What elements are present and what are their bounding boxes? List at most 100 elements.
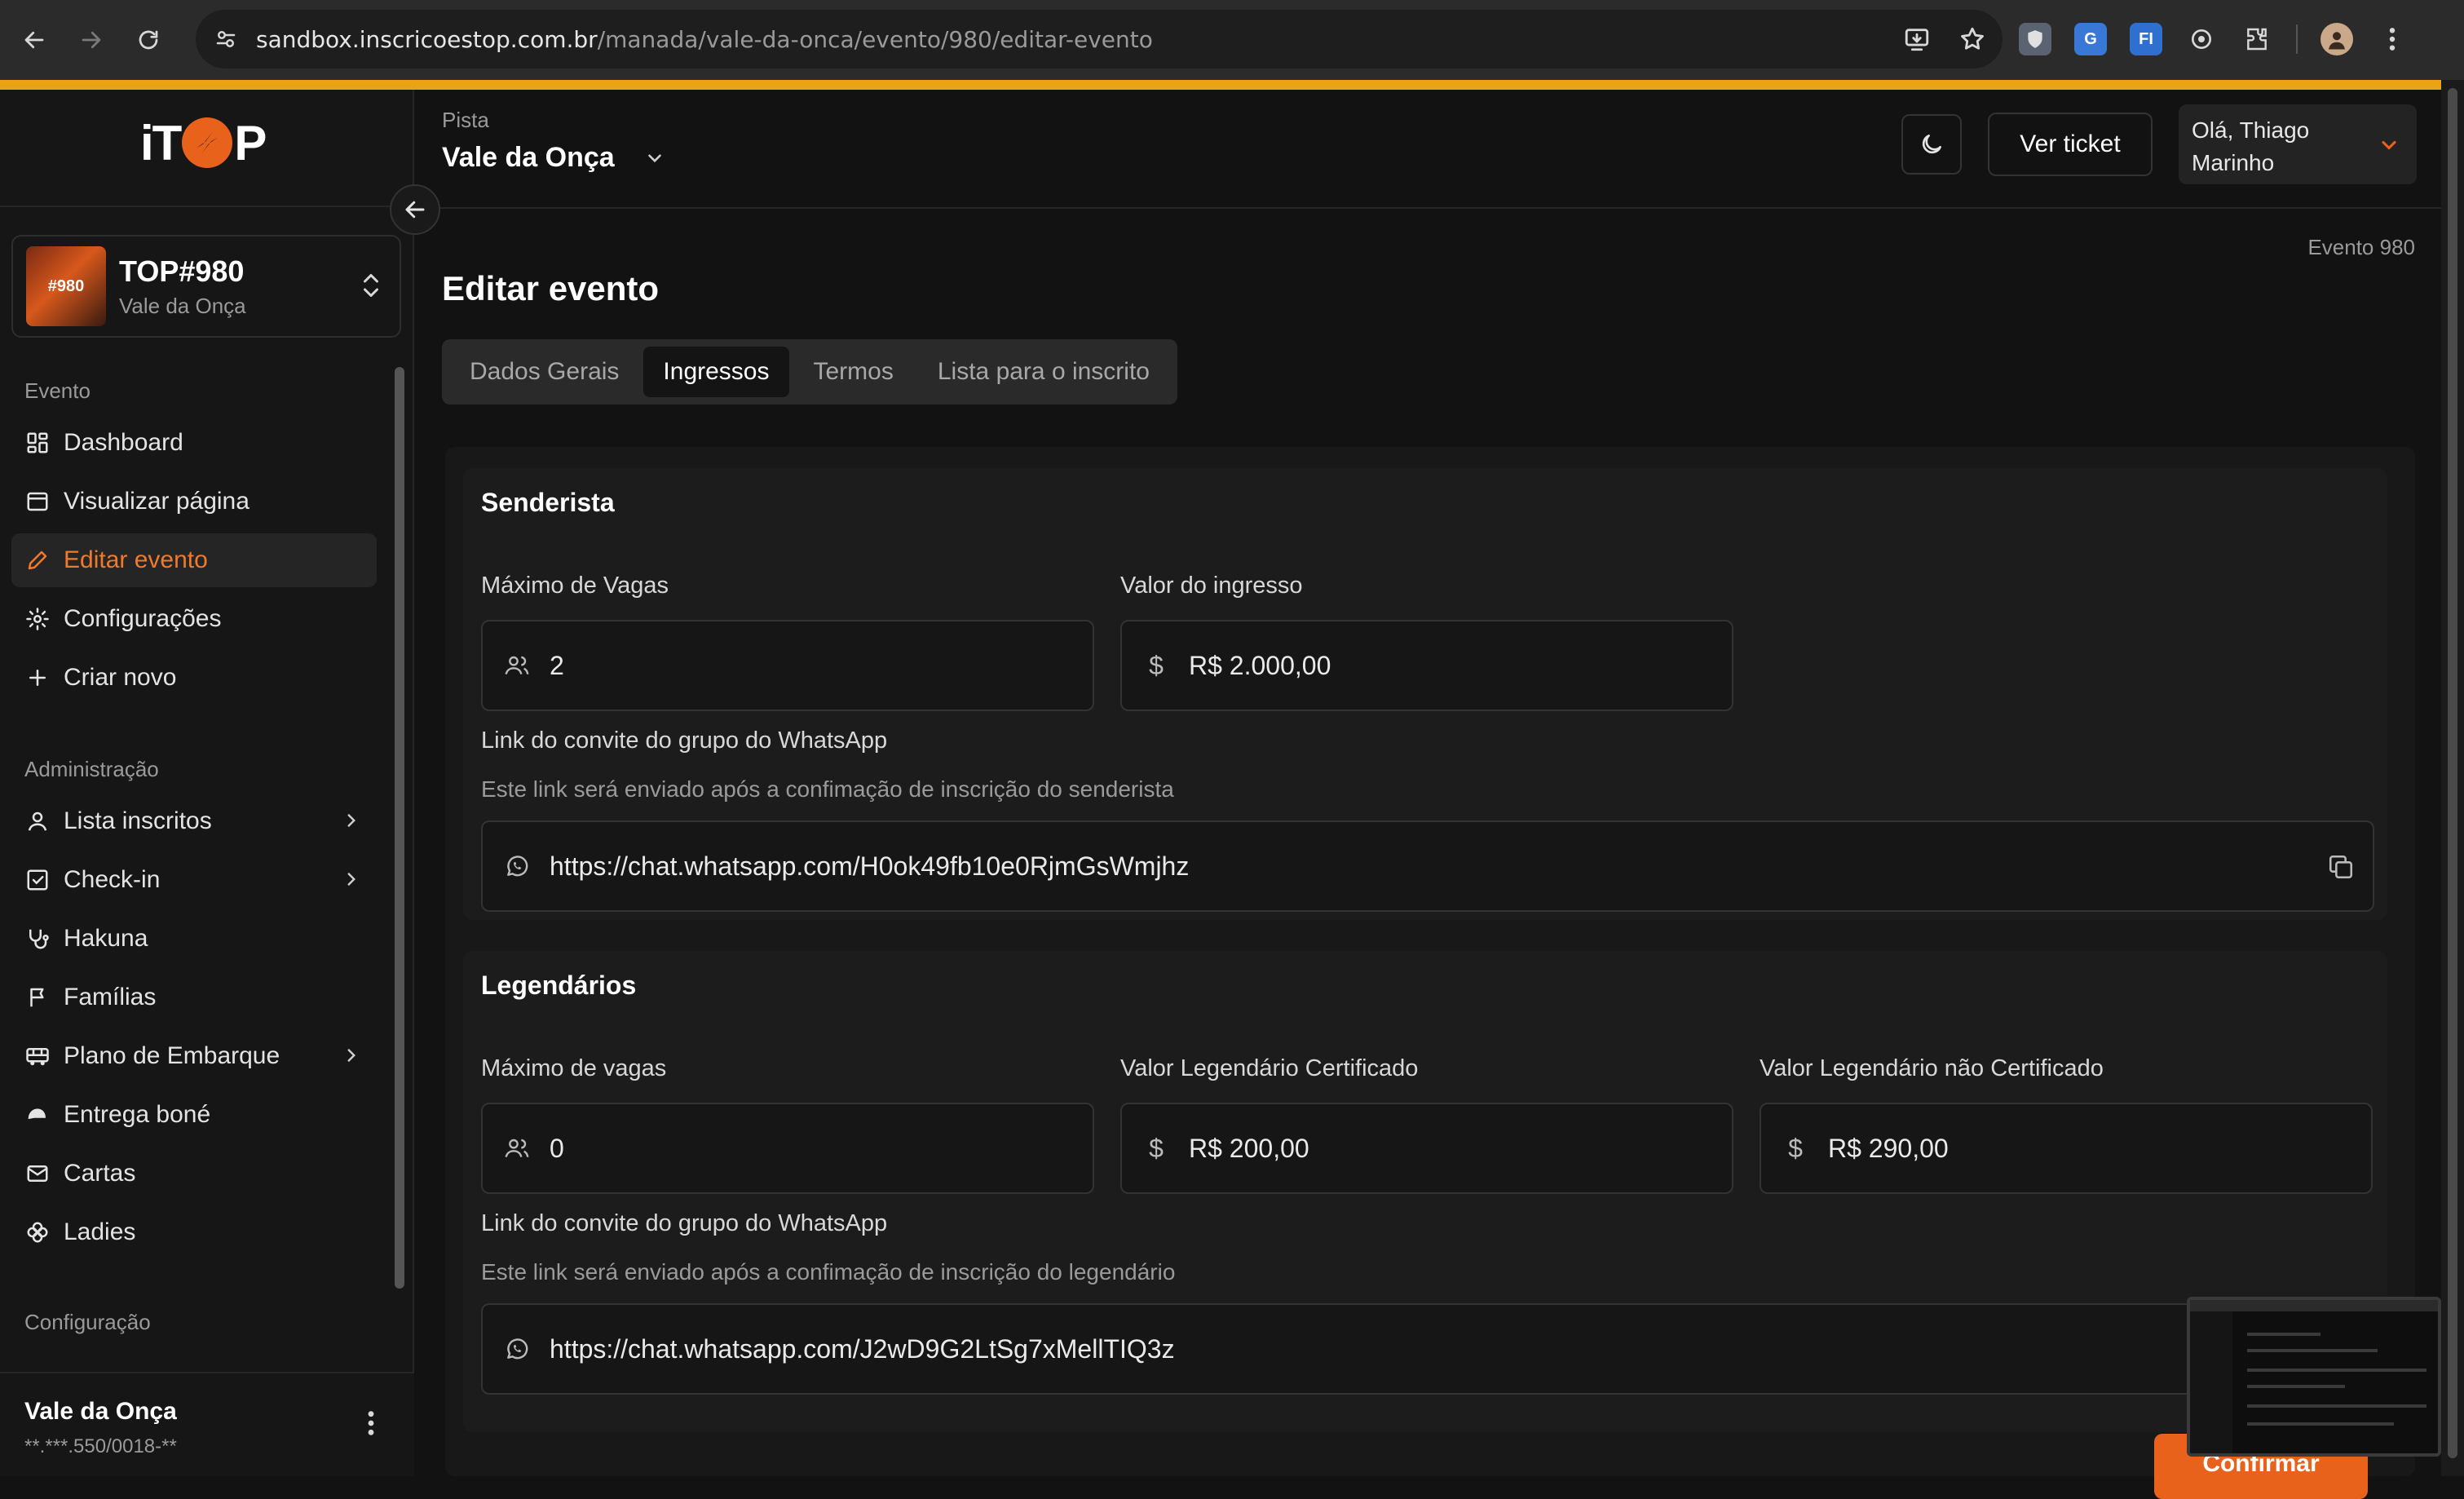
sidebar-item-label: Visualizar página [64, 488, 249, 515]
legendarios-noncert-label: Valor Legendário não Certificado [1760, 1055, 2104, 1081]
breadcrumb: Evento 980 [2307, 235, 2415, 259]
sidebar-item-label: Ladies [64, 1218, 136, 1245]
senderista-max-label: Máximo de Vagas [481, 573, 669, 599]
chevron-right-icon [341, 1045, 362, 1066]
legendarios-max-label: Máximo de vagas [481, 1055, 667, 1081]
pista-select[interactable]: Vale da Onça [442, 142, 665, 174]
legendarios-link-input[interactable]: https://chat.whatsapp.com/J2wD9G2LtSg7xM… [481, 1303, 2374, 1395]
address-bar[interactable]: sandbox.inscricoestop.com.br/manada/vale… [196, 10, 2003, 69]
users-icon [502, 651, 532, 680]
sidebar-item-check-in[interactable]: Check-in [11, 853, 377, 907]
site-info-icon[interactable] [214, 27, 238, 51]
copy-icon[interactable] [2327, 853, 2355, 881]
tab-ingressos[interactable]: Ingressos [643, 347, 789, 397]
tab-dados-gerais[interactable]: Dados Gerais [450, 347, 638, 397]
dashboard-icon [24, 430, 51, 456]
user-menu-button[interactable]: Olá, Thiago Marinho [2179, 104, 2417, 184]
tab-lista-para-o-inscrito[interactable]: Lista para o inscrito [918, 347, 1169, 397]
dollar-icon: $ [1149, 1133, 1164, 1163]
section-label-administracao: Administração [24, 757, 159, 781]
legendarios-cert-input[interactable]: $ R$ 200,00 [1120, 1103, 1733, 1194]
top-header: Pista Vale da Onça Ver ticket Olá, Thiag… [416, 90, 2446, 209]
legendarios-max-input[interactable]: 0 [481, 1103, 1094, 1194]
browser-menu-icon[interactable] [2376, 23, 2409, 55]
collapse-sidebar-button[interactable] [390, 184, 440, 235]
flag-icon [24, 984, 51, 1010]
sidebar-item-lista-inscritos[interactable]: Lista inscritos [11, 794, 377, 848]
whatsapp-icon [502, 1334, 532, 1364]
sidebar-item-familias[interactable]: Famílias [11, 971, 377, 1024]
sidebar-item-label: Hakuna [64, 925, 148, 952]
event-thumbnail: #980 [26, 246, 106, 326]
fi-extension-icon[interactable]: FI [2130, 23, 2162, 55]
install-app-icon[interactable] [1903, 25, 1931, 53]
screen-preview-thumbnail[interactable] [2187, 1297, 2441, 1457]
back-icon[interactable] [8, 14, 60, 66]
sidebar-item-label: Famílias [64, 984, 157, 1010]
plus-icon [24, 665, 51, 691]
compass-logo-icon [182, 117, 233, 168]
sidebar-item-criar-novo[interactable]: Criar novo [11, 651, 377, 705]
senderista-price-input[interactable]: $ R$ 2.000,00 [1120, 620, 1733, 711]
page-scrollbar[interactable] [2441, 80, 2464, 1476]
theme-toggle-button[interactable] [1901, 114, 1962, 175]
reload-icon[interactable] [122, 14, 174, 66]
legendarios-max-value: 0 [550, 1133, 564, 1163]
stethoscope-icon [24, 926, 51, 952]
sidebar-item-label: Plano de Embarque [64, 1042, 280, 1069]
senderista-title: Senderista [481, 488, 615, 517]
forward-icon[interactable] [65, 14, 117, 66]
sidebar-item-entrega-bone[interactable]: Entrega boné [11, 1088, 377, 1142]
logo-text-left: iT [140, 115, 182, 170]
senderista-max-input[interactable]: 2 [481, 620, 1094, 711]
sidebar-item-hakuna[interactable]: Hakuna [11, 912, 377, 966]
profile-avatar[interactable] [2320, 23, 2353, 55]
account-footer[interactable]: Vale da Onça **.***.550/0018-** [0, 1372, 414, 1476]
shield-extension-icon[interactable] [2019, 23, 2051, 55]
senderista-link-value: https://chat.whatsapp.com/H0ok49fb10e0Rj… [550, 851, 1190, 881]
url-text[interactable]: sandbox.inscricoestop.com.br/manada/vale… [256, 26, 1153, 53]
logo-text-right: P [234, 115, 267, 170]
dollar-icon: $ [1788, 1133, 1803, 1163]
event-switcher[interactable]: #980 TOP#980 Vale da Onça [11, 235, 401, 338]
url-host: sandbox.inscricoestop.com.br [256, 25, 598, 53]
url-path: /manada/vale-da-onca/evento/980/editar-e… [597, 25, 1153, 53]
legendarios-noncert-value: R$ 290,00 [1828, 1133, 1949, 1163]
more-vertical-icon[interactable] [365, 1409, 377, 1437]
sidebar-scroll-thumb[interactable] [395, 367, 404, 1289]
pista-value: Vale da Onça [442, 142, 615, 173]
senderista-link-input[interactable]: https://chat.whatsapp.com/H0ok49fb10e0Rj… [481, 820, 2374, 912]
sidebar-item-editar-evento[interactable]: Editar evento [11, 533, 377, 587]
section-label-configuracao: Configuração [24, 1310, 151, 1334]
bookmark-star-icon[interactable] [1958, 25, 1986, 53]
puzzle-extensions-icon[interactable] [2241, 23, 2273, 55]
chevrons-up-down-icon[interactable] [359, 269, 383, 302]
page-scroll-thumb[interactable] [2448, 88, 2457, 1458]
sidebar-item-cartas[interactable]: Cartas [11, 1147, 377, 1201]
user-icon [24, 808, 51, 834]
page-title: Editar evento [442, 269, 660, 307]
mail-icon [24, 1161, 51, 1187]
ver-ticket-button[interactable]: Ver ticket [1988, 113, 2153, 176]
senderista-price-label: Valor do ingresso [1120, 573, 1303, 599]
sidebar-item-dashboard[interactable]: Dashboard [11, 416, 377, 470]
legendarios-noncert-input[interactable]: $ R$ 290,00 [1760, 1103, 2373, 1194]
sidebar-scrollbar[interactable] [391, 359, 408, 1370]
legendarios-link-label: Link do convite do grupo do WhatsApp [481, 1210, 888, 1236]
tab-termos[interactable]: Termos [794, 347, 913, 397]
sidebar: iT P #980 TOP#980 Vale da Onça Evento Da… [0, 90, 414, 1476]
toolbar-divider [2296, 24, 2298, 54]
sidebar-item-label: Cartas [64, 1160, 136, 1187]
event-thumb-label: #980 [47, 276, 85, 295]
gear-extension-icon[interactable] [2185, 23, 2218, 55]
sidebar-item-configuracoes[interactable]: Configurações [11, 592, 377, 646]
sidebar-item-visualizar-pagina[interactable]: Visualizar página [11, 475, 377, 528]
sidebar-item-plano-de-embarque[interactable]: Plano de Embarque [11, 1029, 377, 1083]
senderista-max-value: 2 [550, 650, 564, 680]
dollar-icon: $ [1149, 650, 1164, 680]
translate-extension-icon[interactable]: G [2074, 23, 2107, 55]
app-logo[interactable]: iT P [140, 114, 271, 171]
legendarios-cert-label: Valor Legendário Certificado [1120, 1055, 1419, 1081]
sidebar-item-label: Editar evento [64, 546, 208, 573]
sidebar-item-ladies[interactable]: Ladies [11, 1205, 377, 1259]
